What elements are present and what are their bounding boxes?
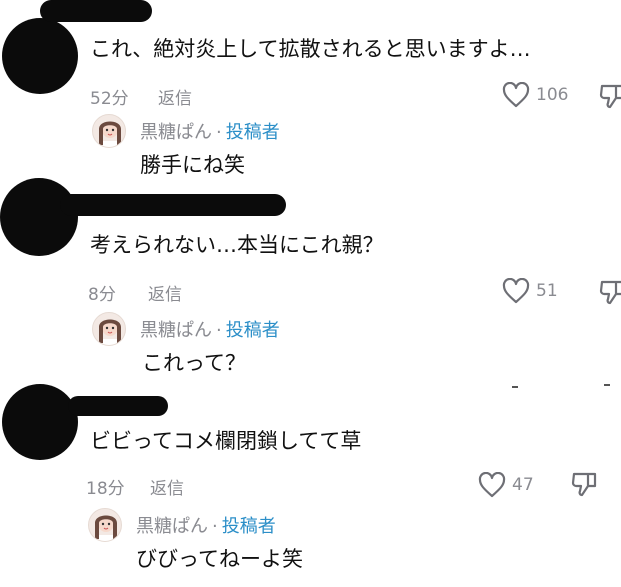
redacted-username — [40, 0, 152, 22]
reply-author[interactable]: 黒糖ぱん · 投稿者 — [140, 118, 280, 144]
author-name: 黒糖ぱん — [136, 516, 208, 537]
comment-time: 52分 — [90, 89, 129, 109]
comment-time: 18分 — [86, 479, 125, 499]
author-badge: 投稿者 — [225, 320, 280, 341]
redacted-username — [68, 396, 168, 416]
reply-text: これって？ — [142, 351, 246, 375]
avatar[interactable] — [92, 312, 126, 346]
author-badge: 投稿者 — [221, 516, 276, 537]
heart-icon — [502, 82, 530, 108]
reply-button[interactable]: 返信 — [158, 84, 192, 109]
comment-text: これ、絶対炎上して拡散されると思いますよ… — [90, 37, 531, 61]
reply-button[interactable]: 返信 — [148, 280, 182, 305]
reply-button[interactable]: 返信 — [150, 474, 184, 499]
separator: · — [216, 122, 222, 143]
author-name: 黒糖ぱん — [140, 320, 212, 341]
like-button[interactable]: 51 — [502, 278, 558, 304]
heart-icon — [478, 472, 506, 498]
like-count: 106 — [536, 85, 569, 105]
reply-author[interactable]: 黒糖ぱん · 投稿者 — [136, 512, 276, 538]
separator: · — [212, 516, 218, 537]
comment-time: 8分 — [88, 285, 116, 305]
redacted-username — [60, 194, 286, 216]
divider — [512, 386, 518, 388]
reply-text: びびってねーよ笑 — [136, 547, 303, 571]
like-count: 47 — [512, 475, 534, 495]
avatar[interactable] — [92, 114, 126, 148]
like-button[interactable]: 47 — [478, 472, 534, 498]
divider — [604, 384, 610, 386]
avatar[interactable] — [2, 384, 78, 460]
comment-text: 考えられない…本当にこれ親？ — [90, 233, 384, 257]
dislike-icon[interactable] — [598, 82, 621, 110]
like-count: 51 — [536, 281, 558, 301]
author-badge: 投稿者 — [225, 122, 280, 143]
comment-text: ビビってコメ欄閉鎖してて草 — [90, 429, 362, 453]
reply-text: 勝手にね笑 — [140, 153, 245, 177]
like-button[interactable]: 106 — [502, 82, 568, 108]
avatar[interactable] — [88, 508, 122, 542]
avatar[interactable] — [2, 18, 78, 94]
dislike-icon[interactable] — [598, 278, 621, 306]
dislike-icon[interactable] — [570, 470, 598, 498]
heart-icon — [502, 278, 530, 304]
avatar[interactable] — [0, 178, 78, 256]
author-name: 黒糖ぱん — [140, 122, 212, 143]
reply-author[interactable]: 黒糖ぱん · 投稿者 — [140, 316, 280, 342]
separator: · — [216, 320, 222, 341]
